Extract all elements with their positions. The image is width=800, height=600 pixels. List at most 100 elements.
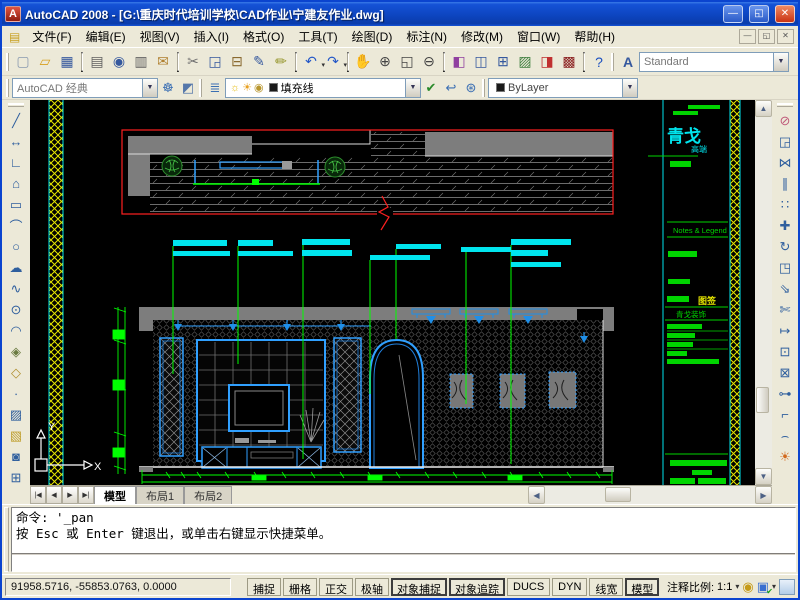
explode-button[interactable]: ☀: [774, 446, 796, 467]
chevron-down-icon[interactable]: ▼: [622, 79, 637, 97]
etransmit-button[interactable]: ✉: [152, 51, 174, 73]
mdi-restore-button[interactable]: ◱: [758, 29, 775, 44]
break-button[interactable]: ⊠: [774, 362, 796, 383]
annotation-visibility-icon[interactable]: ▣✔: [757, 579, 769, 595]
annotation-lock-icon[interactable]: ◉: [742, 579, 753, 595]
layer-lock-icon[interactable]: ◉: [254, 81, 264, 94]
layer-properties-button[interactable]: ≣: [205, 78, 225, 98]
polyline-button[interactable]: ∟: [5, 152, 27, 173]
layer-freeze-icon[interactable]: ☀: [242, 81, 252, 94]
chevron-down-icon[interactable]: ▼: [773, 53, 788, 71]
snap-toggle[interactable]: 捕捉: [247, 578, 281, 596]
scroll-up-button[interactable]: ▲: [755, 100, 772, 117]
quickcalc-button[interactable]: ▩: [558, 51, 580, 73]
restore-button[interactable]: ◱: [749, 5, 769, 23]
coordinate-display[interactable]: 91958.5716, -55853.0763, 0.0000: [5, 578, 231, 596]
plot-button[interactable]: ▤: [86, 51, 108, 73]
mdi-close-button[interactable]: ✕: [777, 29, 794, 44]
workspace-combo[interactable]: AutoCAD 经典 ▼: [12, 78, 158, 98]
menu-help[interactable]: 帮助(H): [567, 26, 622, 47]
point-button[interactable]: ∙: [5, 383, 27, 404]
style-combo[interactable]: Standard ▼: [639, 52, 789, 72]
copy-button[interactable]: ◲: [774, 131, 796, 152]
minimize-button[interactable]: —: [723, 5, 743, 23]
menu-modify[interactable]: 修改(M): [454, 26, 510, 47]
offset-button[interactable]: ∥: [774, 173, 796, 194]
toolbar-grip[interactable]: [6, 79, 9, 97]
fillet-button[interactable]: ⌢: [774, 425, 796, 446]
cut-button[interactable]: ✂: [182, 51, 204, 73]
command-text-area[interactable]: 命令: '_pan按 Esc 或 Enter 键退出，或单击右键显示快捷菜单。: [11, 507, 796, 572]
text-style-button[interactable]: A: [617, 51, 639, 73]
chevron-down-icon[interactable]: ▼: [142, 79, 157, 97]
drawing-canvas[interactable]: 青戈 高端 Notes & Legend 图签: [30, 100, 755, 485]
menu-draw[interactable]: 绘图(D): [345, 26, 400, 47]
toolbar-grip[interactable]: [777, 103, 793, 107]
vertical-scroll-track[interactable]: [755, 117, 772, 468]
line-button[interactable]: ╱: [5, 110, 27, 131]
pan-button[interactable]: ✋: [352, 51, 374, 73]
redo-button[interactable]: ↷: [322, 51, 344, 73]
menu-file[interactable]: 文件(F): [25, 26, 78, 47]
tab-layout2[interactable]: 布局2: [184, 486, 232, 504]
menu-insert[interactable]: 插入(I): [187, 26, 236, 47]
menu-window[interactable]: 窗口(W): [510, 26, 567, 47]
horizontal-scroll-track[interactable]: [545, 486, 755, 504]
rectangle-button[interactable]: ▭: [5, 194, 27, 215]
undo-button[interactable]: ↶: [300, 51, 322, 73]
command-window-grip[interactable]: [4, 507, 9, 572]
join-button[interactable]: ⊶: [774, 383, 796, 404]
right-wall-strip[interactable]: [730, 100, 740, 485]
toolbar-grip[interactable]: [6, 53, 9, 71]
mdi-minimize-button[interactable]: —: [739, 29, 756, 44]
tab-model[interactable]: 模型: [94, 486, 136, 504]
revision-cloud-button[interactable]: ☁: [5, 257, 27, 278]
layer-on-icon[interactable]: ☼: [230, 82, 240, 94]
table-button[interactable]: ⊞: [5, 467, 27, 488]
array-button[interactable]: ∷: [774, 194, 796, 215]
annotation-scale-value[interactable]: 1:1: [717, 581, 732, 593]
tab-prev-button[interactable]: ◀: [46, 486, 62, 504]
layer-previous-button[interactable]: ↩: [441, 78, 461, 98]
scale-button[interactable]: ◳: [774, 257, 796, 278]
arc-button[interactable]: ⌒: [5, 215, 27, 236]
close-button[interactable]: ✕: [775, 5, 795, 23]
scroll-left-button[interactable]: ◀: [528, 486, 545, 504]
erase-button[interactable]: ⊘: [774, 110, 796, 131]
tab-layout1[interactable]: 布局1: [136, 486, 184, 504]
block-editor-button[interactable]: ✏: [270, 51, 292, 73]
my-workspace-button[interactable]: ◩: [178, 78, 198, 98]
make-block-button[interactable]: ◇: [5, 362, 27, 383]
rotate-button[interactable]: ↻: [774, 236, 796, 257]
dyn-toggle[interactable]: DYN: [552, 578, 587, 596]
annotation-scale-dropdown-icon[interactable]: ▾: [735, 582, 739, 591]
otrack-toggle[interactable]: 对象追踪: [449, 578, 505, 596]
break-at-point-button[interactable]: ⊡: [774, 341, 796, 362]
zoom-previous-button[interactable]: ⊖: [418, 51, 440, 73]
scroll-right-button[interactable]: ▶: [755, 486, 772, 504]
move-button[interactable]: ✚: [774, 215, 796, 236]
command-input-line[interactable]: [12, 555, 795, 571]
ortho-toggle[interactable]: 正交: [319, 578, 353, 596]
horizontal-scrollbar[interactable]: ◀ ▶: [528, 486, 772, 504]
zoom-realtime-button[interactable]: ⊕: [374, 51, 396, 73]
menu-edit[interactable]: 编辑(E): [79, 26, 133, 47]
ducs-toggle[interactable]: DUCS: [507, 578, 550, 596]
lineweight-toggle[interactable]: 线宽: [589, 578, 623, 596]
vertical-scrollbar[interactable]: ▲ ▼: [755, 100, 772, 485]
extend-button[interactable]: ↦: [774, 320, 796, 341]
chamfer-button[interactable]: ⌐: [774, 404, 796, 425]
region-button[interactable]: ◙: [5, 446, 27, 467]
trim-button[interactable]: ✄: [774, 299, 796, 320]
tab-last-button[interactable]: ▶|: [78, 486, 94, 504]
layer-states-button[interactable]: ⊛: [461, 78, 481, 98]
color-control-combo[interactable]: ByLayer ▼: [488, 78, 638, 98]
layer-combo[interactable]: ☼ ☀ ◉ 填充线 ▼: [225, 78, 421, 98]
menu-tools[interactable]: 工具(T): [291, 26, 344, 47]
elevation-view[interactable]: [113, 307, 614, 484]
model-toggle[interactable]: 模型: [625, 578, 659, 596]
circle-button[interactable]: ○: [5, 236, 27, 257]
chevron-down-icon[interactable]: ▼: [405, 79, 420, 97]
open-button[interactable]: ▱: [34, 51, 56, 73]
tab-first-button[interactable]: |◀: [30, 486, 46, 504]
